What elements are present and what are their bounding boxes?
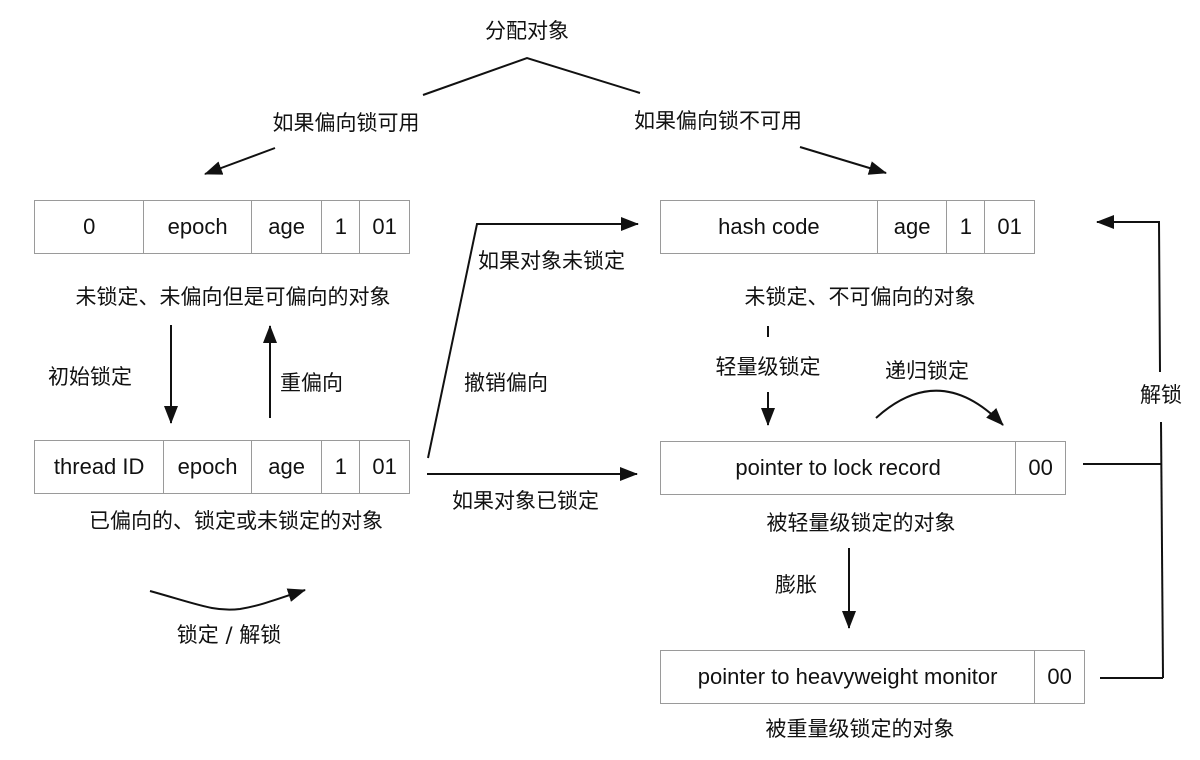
field-cell: 01: [359, 201, 409, 253]
mark-word-heavyweight-locked: pointer to heavyweight monitor 00: [660, 650, 1085, 704]
label-lightweight-lock: 轻量级锁定: [715, 355, 821, 379]
caption-unlocked-unbiasable: 未锁定、不可偏向的对象: [744, 285, 976, 309]
label-inflate: 膨胀: [775, 573, 817, 597]
label-if-unlocked: 如果对象未锁定: [478, 249, 625, 273]
field-cell: 00: [1015, 442, 1065, 494]
mark-word-biased: thread ID epoch age 1 01: [34, 440, 410, 494]
arrow-to-unlocked-unbiasable: [799, 146, 887, 175]
label-if-locked: 如果对象已锁定: [452, 489, 599, 513]
title-split-line: [422, 56, 641, 96]
unlock-vertical-lower: [1160, 421, 1164, 679]
field-cell: 00: [1034, 651, 1084, 703]
label-initial-lock: 初始锁定: [48, 365, 132, 389]
label-revoke-bias: 撤销偏向: [464, 371, 548, 395]
field-cell: pointer to heavyweight monitor: [697, 664, 998, 689]
field-cell: hash code: [718, 214, 820, 239]
mark-word-lightweight-locked: pointer to lock record 00: [660, 441, 1066, 495]
field-cell: 01: [359, 441, 409, 493]
label-biased-available: 如果偏向锁可用: [272, 111, 420, 135]
unlock-vertical-upper: [1096, 215, 1161, 373]
mark-word-anonymously-biased: 0 epoch age 1 01: [34, 200, 410, 254]
title-label: 分配对象: [485, 19, 569, 43]
field-cell: 1: [321, 201, 359, 253]
field-cell: epoch: [163, 441, 251, 493]
field-cell: thread ID: [53, 454, 145, 479]
field-cell: age: [250, 201, 322, 253]
label-unlock: 解锁: [1140, 383, 1182, 407]
field-cell: 1: [946, 201, 984, 253]
caption-heavyweight-locked: 被重量级锁定的对象: [765, 717, 955, 741]
field-cell: 0: [83, 214, 96, 239]
field-cell: 1: [321, 441, 359, 493]
mark-word-unlocked-unbiasable: hash code age 1 01: [660, 200, 1035, 254]
caption-anonymously-biased: 未锁定、未偏向但是可偏向的对象: [75, 285, 391, 309]
arrow-lock-unlock: [149, 588, 306, 611]
field-cell: age: [250, 441, 322, 493]
field-cell: pointer to lock record: [735, 455, 941, 480]
label-rebias: 重偏向: [280, 371, 343, 395]
caption-biased: 已偏向的、锁定或未锁定的对象: [89, 509, 383, 533]
caption-lightweight-locked: 被轻量级锁定的对象: [766, 511, 956, 535]
field-cell: epoch: [143, 201, 250, 253]
field-cell: age: [876, 201, 947, 253]
label-recursive-lock: 递归锁定: [885, 359, 969, 383]
label-biased-unavailable: 如果偏向锁不可用: [634, 109, 802, 133]
label-lock-unlock: 锁定 / 解锁: [176, 623, 282, 647]
arrow-to-anonymously-biased: [204, 147, 276, 175]
arrow-recursive-lock: [875, 389, 1004, 426]
field-cell: 01: [984, 201, 1034, 253]
